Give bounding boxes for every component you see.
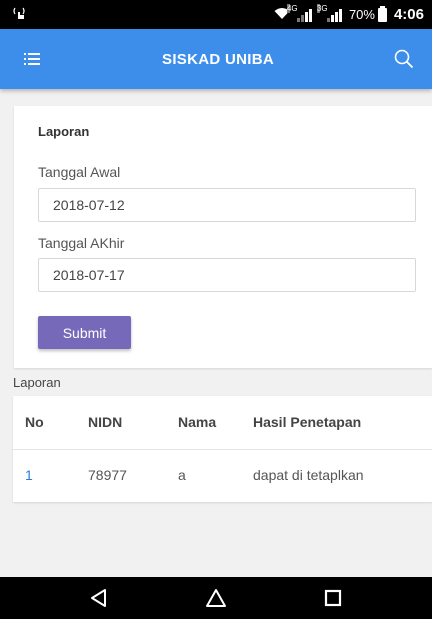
search-icon[interactable] <box>392 47 416 71</box>
end-date-input[interactable] <box>38 258 416 292</box>
status-left <box>12 6 26 23</box>
signal-notification-icon <box>12 6 26 23</box>
signal-3g-icon: 3G <box>316 3 342 22</box>
cell-hasil-penetapan: dapat di tetaplkan <box>253 467 364 484</box>
status-bar: 4G 3G 70% 4:06 <box>0 0 432 29</box>
start-date-label: Tanggal Awal <box>38 164 121 180</box>
report-section-label: Laporan <box>13 375 61 390</box>
network-type-3g: 3G <box>316 3 328 13</box>
table-row[interactable]: 1 78977 a dapat di tetaplkan <box>13 449 432 501</box>
column-header-no: No <box>13 396 88 450</box>
home-icon[interactable] <box>196 583 236 613</box>
back-triangle-icon[interactable] <box>79 583 119 613</box>
column-header-nidn: NIDN <box>88 396 178 450</box>
status-time: 4:06 <box>393 6 424 23</box>
report-table: No NIDN Nama Hasil Penetapan 1 78977 a d… <box>13 396 432 501</box>
signal-4g-icon: 4G <box>286 3 312 22</box>
start-date-input[interactable] <box>38 188 416 222</box>
submit-button[interactable]: Submit <box>38 316 131 349</box>
menu-list-icon[interactable] <box>22 48 44 70</box>
battery-icon <box>377 5 387 22</box>
battery-indicator: 70% <box>348 5 387 22</box>
report-table-card: No NIDN Nama Hasil Penetapan 1 78977 a d… <box>13 396 432 502</box>
cell-nidn: 78977 <box>88 467 127 484</box>
app-bar: SISKAD UNIBA <box>0 29 432 89</box>
report-filter-card: Laporan Tanggal Awal Tanggal AKhir Submi… <box>14 106 432 368</box>
cell-nama: a <box>178 467 186 484</box>
cell-no[interactable]: 1 <box>13 449 88 501</box>
column-header-hasil-penetapan: Hasil Penetapan <box>253 396 432 450</box>
app-title: SISKAD UNIBA <box>162 50 274 68</box>
table-header-row: No NIDN Nama Hasil Penetapan <box>13 396 432 450</box>
battery-percent: 70% <box>348 7 375 22</box>
navigation-bar <box>0 577 432 619</box>
end-date-label: Tanggal AKhir <box>38 235 125 251</box>
status-right: 4G 3G 70% 4:06 <box>274 3 424 23</box>
column-header-nama: Nama <box>178 396 253 450</box>
recents-square-icon[interactable] <box>313 583 353 613</box>
form-heading: Laporan <box>38 124 90 139</box>
network-type-4g: 4G <box>286 3 298 13</box>
